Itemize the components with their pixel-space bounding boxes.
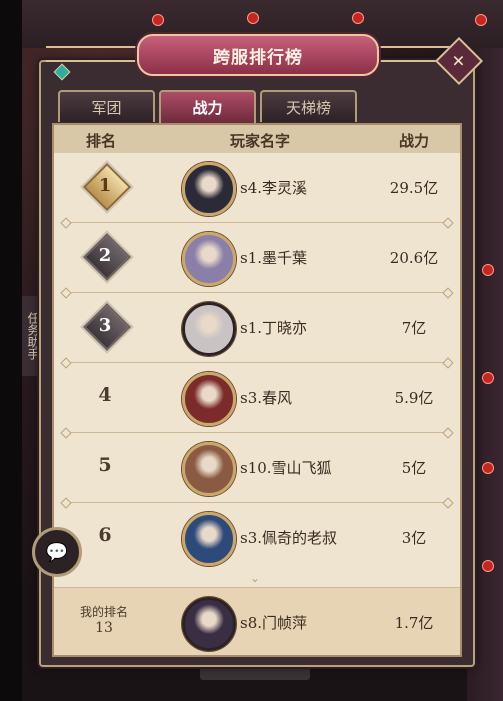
chat-button[interactable]: 💬 — [32, 527, 82, 577]
avatar[interactable] — [182, 442, 236, 496]
rank-number: 6 — [98, 524, 112, 546]
notification-dot — [475, 14, 487, 26]
tab-legion[interactable]: 军团 — [58, 90, 155, 122]
chevron-down-icon: ⌄ — [250, 571, 261, 585]
avatar[interactable] — [182, 512, 236, 566]
player-power: 29.5亿 — [389, 179, 439, 197]
my-player-power: 1.7亿 — [394, 614, 434, 632]
player-power: 5亿 — [401, 459, 427, 477]
my-player-name: s8.门帧萍 — [240, 614, 308, 632]
rank-number: 5 — [98, 454, 112, 476]
chat-bubble-icon: 💬 — [45, 541, 69, 563]
player-name: s3.春风 — [240, 389, 293, 407]
notification-dot — [352, 12, 364, 24]
notification-dot — [482, 462, 494, 474]
tab-power[interactable]: 战力 — [159, 90, 256, 123]
player-name: s10.雪山飞狐 — [240, 459, 332, 477]
title-ornament-left — [46, 46, 138, 62]
left-edge — [0, 0, 22, 701]
notification-dot — [482, 372, 494, 384]
rank-number: 1 — [98, 174, 112, 196]
notification-dot — [247, 12, 259, 24]
table-row[interactable]: 4 s3.春风 5.9亿 — [54, 363, 460, 433]
page-title: 跨服排行榜 — [137, 34, 379, 76]
player-power: 3亿 — [401, 529, 427, 547]
notification-dot — [482, 264, 494, 276]
table-row[interactable]: 6 s3.佩奇的老叔 3亿 — [54, 503, 460, 573]
player-power: 20.6亿 — [389, 249, 439, 267]
player-name: s4.李灵溪 — [240, 179, 308, 197]
rank-number: 4 — [98, 384, 112, 406]
player-power: 7亿 — [401, 319, 427, 337]
table-row[interactable]: 1 s4.李灵溪 29.5亿 — [54, 153, 460, 223]
page-title-text: 跨服排行榜 — [213, 47, 303, 68]
leaderboard-table: 排名 玩家名字 战力 1 s4.李灵溪 29.5亿 2 s1.墨千葉 20.6亿… — [52, 123, 462, 657]
avatar[interactable] — [182, 302, 236, 356]
my-rank-row: 我的排名 13 s8.门帧萍 1.7亿 — [54, 587, 460, 655]
notification-dot — [152, 14, 164, 26]
notification-dot — [482, 560, 494, 572]
avatar[interactable] — [182, 372, 236, 426]
table-row[interactable]: 3 s1.丁晓亦 7亿 — [54, 293, 460, 363]
table-row[interactable]: 2 s1.墨千葉 20.6亿 — [54, 223, 460, 293]
player-name: s3.佩奇的老叔 — [240, 529, 338, 547]
player-name: s1.墨千葉 — [240, 249, 308, 267]
rank-number: 2 — [98, 244, 112, 266]
column-player-name: 玩家名字 — [230, 132, 291, 150]
tab-ladder[interactable]: 天梯榜 — [260, 90, 357, 122]
my-rank-label: 我的排名 13 — [64, 604, 144, 636]
table-row[interactable]: 5 s10.雪山飞狐 5亿 — [54, 433, 460, 503]
tab-bar: 军团 战力 天梯榜 — [58, 90, 357, 123]
rank-number: 3 — [98, 314, 112, 336]
column-power: 战力 — [399, 132, 430, 150]
close-x-icon: ✕ — [452, 51, 466, 71]
avatar[interactable] — [182, 162, 236, 216]
player-name: s1.丁晓亦 — [240, 319, 308, 337]
my-avatar[interactable] — [182, 597, 236, 651]
my-rank-number: 13 — [95, 620, 113, 636]
table-header: 排名 玩家名字 战力 — [54, 125, 460, 153]
avatar[interactable] — [182, 232, 236, 286]
player-power: 5.9亿 — [394, 389, 434, 407]
column-rank: 排名 — [86, 132, 117, 150]
my-rank-caption: 我的排名 — [79, 605, 128, 619]
